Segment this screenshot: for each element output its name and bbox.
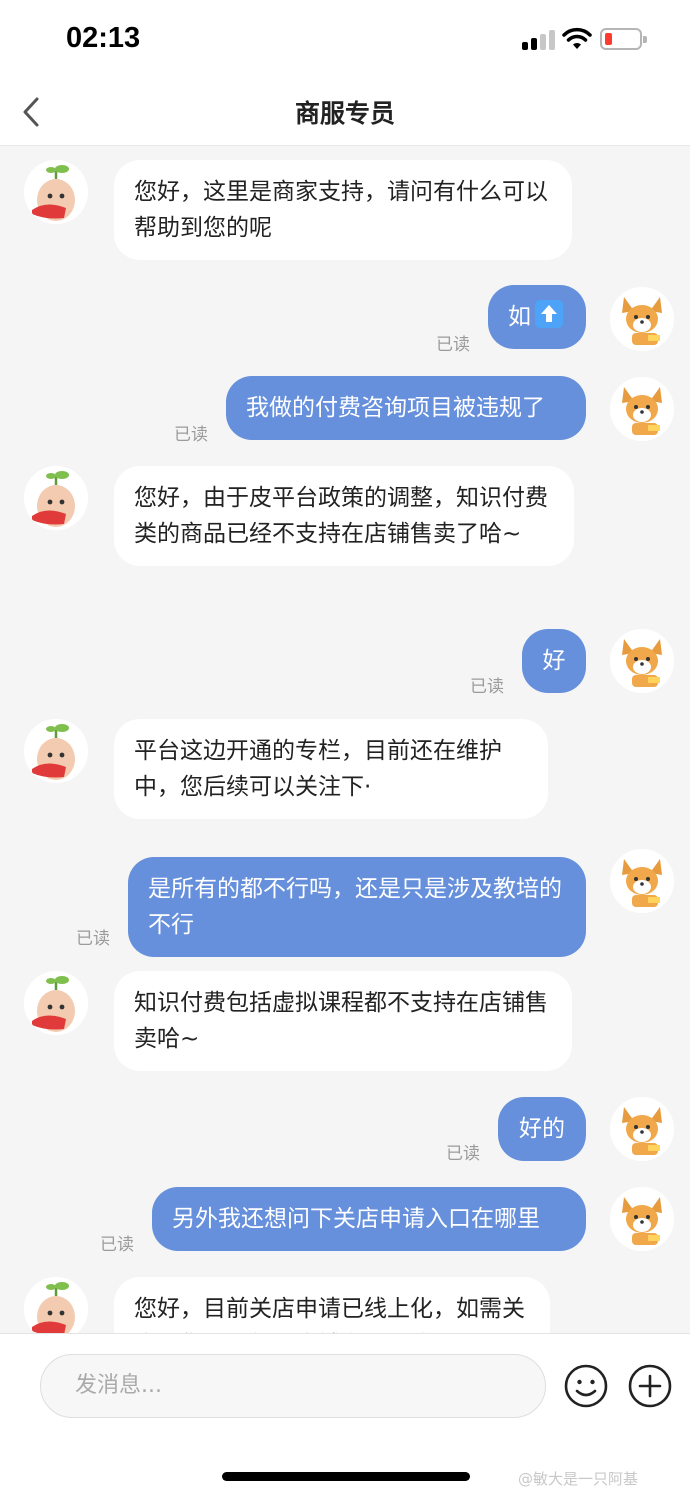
- incoming-message: 知识付费包括虚拟课程都不支持在店铺售卖哈~: [114, 971, 572, 1071]
- read-status: 已读: [174, 425, 208, 445]
- agent-avatar[interactable]: [24, 719, 88, 783]
- plus-icon[interactable]: [627, 1363, 673, 1409]
- agent-avatar[interactable]: [24, 971, 88, 1035]
- status-bar: 02:13: [0, 0, 690, 80]
- outgoing-message: 好: [522, 629, 586, 693]
- incoming-message: 平台这边开通的专栏，目前还在维护中，您后续可以关注下·: [114, 719, 548, 819]
- user-avatar[interactable]: [610, 1187, 674, 1251]
- user-avatar[interactable]: [610, 1097, 674, 1161]
- user-avatar[interactable]: [610, 377, 674, 441]
- incoming-message: 您好，由于皮平台政策的调整，知识付费类的商品已经不支持在店铺售卖了哈~: [114, 466, 574, 566]
- read-status: 已读: [100, 1235, 134, 1255]
- emoji-icon[interactable]: [563, 1363, 609, 1409]
- up-arrow-emoji-icon: [535, 300, 563, 328]
- read-status: 已读: [76, 929, 110, 949]
- status-time: 02:13: [66, 22, 141, 54]
- outgoing-message: 如: [488, 285, 586, 349]
- outgoing-message: 另外我还想问下关店申请入口在哪里: [152, 1187, 586, 1251]
- user-avatar[interactable]: [610, 287, 674, 351]
- read-status: 已读: [436, 335, 470, 355]
- input-bar: 发消息... @敏大是一只阿基: [0, 1333, 690, 1493]
- outgoing-message: 我做的付费咨询项目被违规了: [226, 376, 586, 440]
- battery-icon: [600, 28, 647, 50]
- agent-avatar[interactable]: [24, 466, 88, 530]
- user-avatar[interactable]: [610, 849, 674, 913]
- home-indicator: [222, 1472, 470, 1481]
- outgoing-message: 好的: [498, 1097, 586, 1161]
- message-input[interactable]: 发消息...: [40, 1354, 546, 1418]
- incoming-message: 您好，这里是商家支持，请问有什么可以帮助到您的呢: [114, 160, 572, 260]
- incoming-message: 您好，目前关店申请已线上化，如需关店，您需要使用店铺主账号登录APK后: [114, 1277, 550, 1333]
- read-status: 已读: [470, 677, 504, 697]
- cellular-signal-icon: [522, 30, 556, 50]
- agent-avatar[interactable]: [24, 1277, 88, 1333]
- watermark: @敏大是一只阿基: [518, 1470, 639, 1488]
- agent-avatar[interactable]: [24, 160, 88, 224]
- read-status: 已读: [446, 1144, 480, 1164]
- chat-list[interactable]: 您好，这里是商家支持，请问有什么可以帮助到您的呢 已读 如 已读 我做的付费咨询…: [0, 147, 690, 1333]
- outgoing-message: 是所有的都不行吗，还是只是涉及教培的不行: [128, 857, 586, 957]
- wifi-icon: [562, 27, 592, 49]
- user-avatar[interactable]: [610, 629, 674, 693]
- message-text: 如: [508, 304, 531, 330]
- page-title: 商服专员: [294, 99, 395, 128]
- nav-bar: 商服专员: [0, 80, 690, 146]
